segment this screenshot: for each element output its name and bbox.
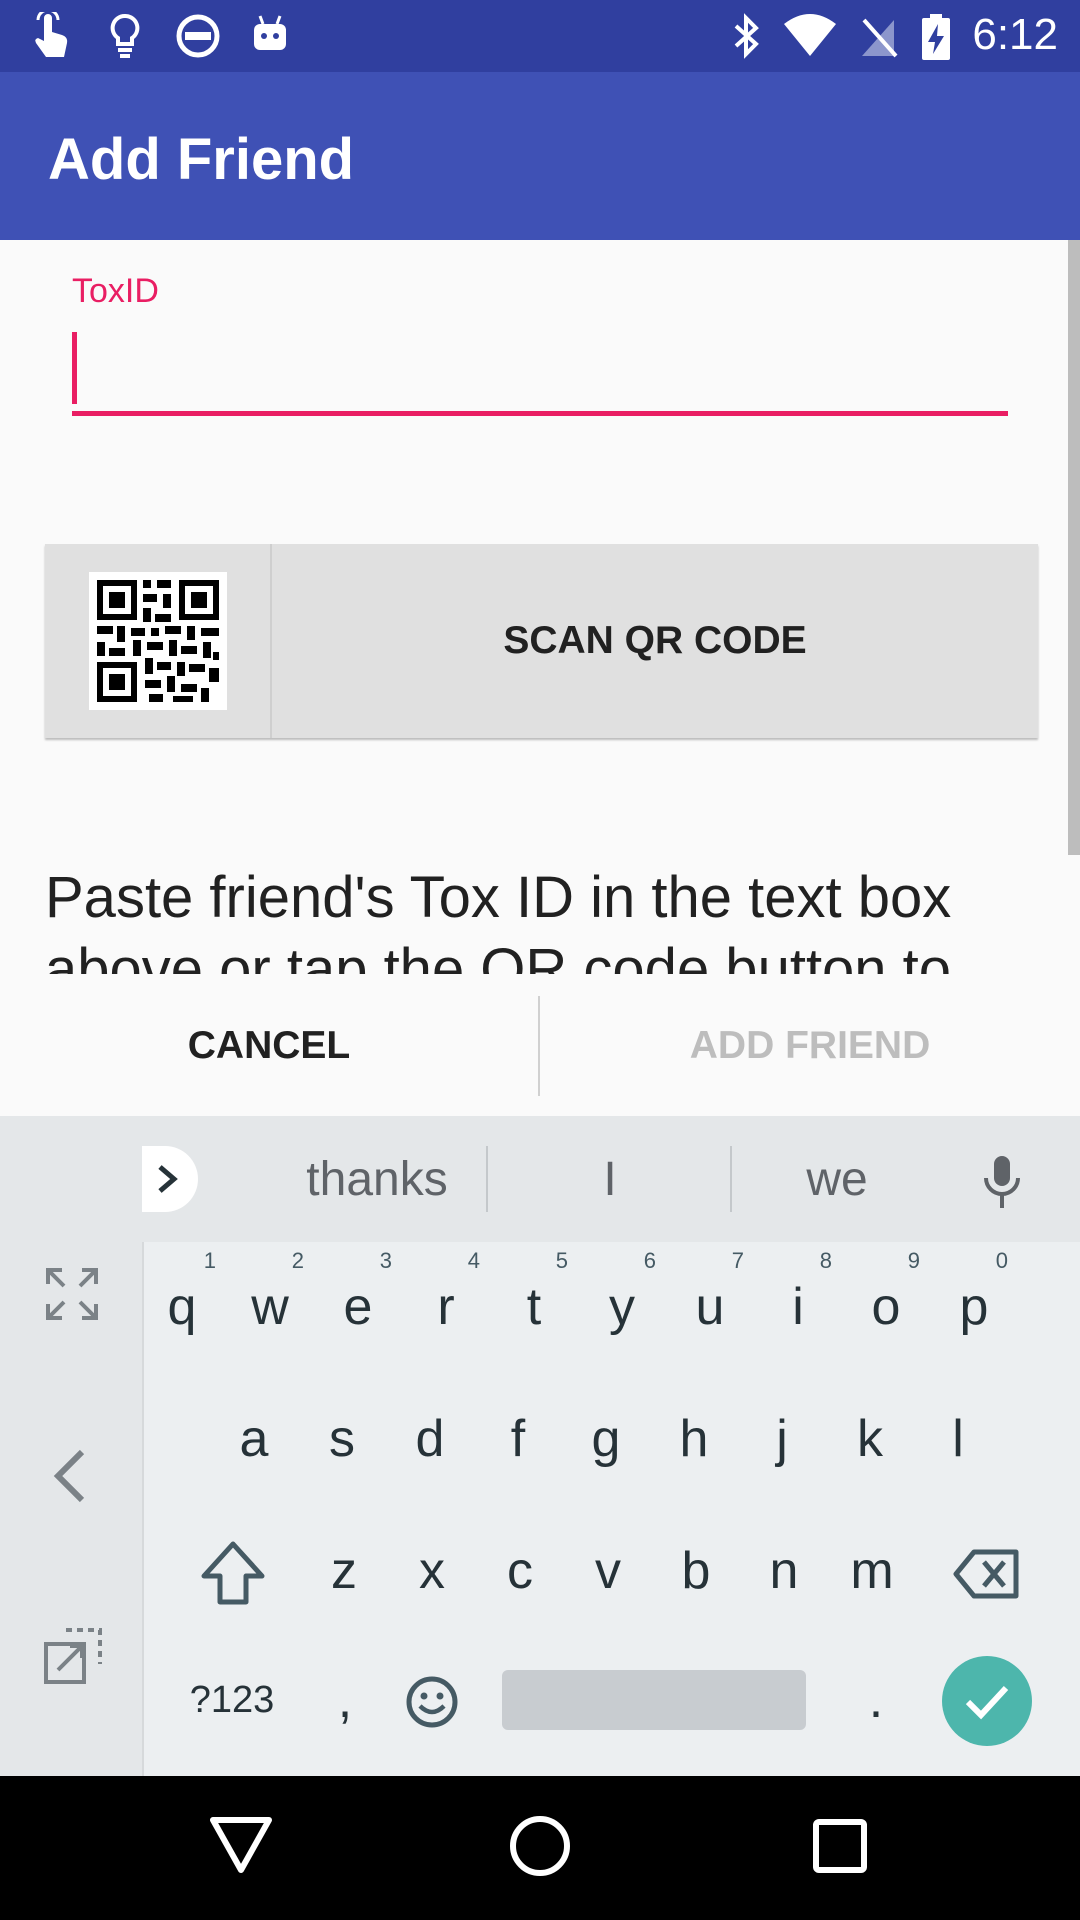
chevron-left-icon[interactable]: [50, 1448, 90, 1504]
touch-hand-icon: [35, 12, 68, 57]
key-label: r: [437, 1278, 455, 1336]
lightbulb-icon: [110, 13, 140, 58]
key-label: q: [167, 1278, 197, 1336]
key-t[interactable]: t5: [494, 1248, 574, 1362]
key-a[interactable]: a: [214, 1384, 294, 1494]
navigation-bar: [0, 1776, 1080, 1920]
suggestion-3[interactable]: we: [732, 1116, 942, 1242]
help-text-container: Paste friend's Tox ID in the text box ab…: [0, 856, 1080, 974]
app-bar: Add Friend: [0, 72, 1080, 240]
help-text: Paste friend's Tox ID in the text box ab…: [45, 865, 952, 974]
add-friend-button[interactable]: ADD FRIEND: [540, 976, 1080, 1116]
expand-keyboard-icon[interactable]: [44, 1266, 100, 1322]
text-cursor: [72, 332, 77, 404]
key-d[interactable]: d: [390, 1384, 470, 1494]
comma-key[interactable]: ,: [305, 1645, 385, 1755]
key-s[interactable]: s: [302, 1384, 382, 1494]
microphone-icon[interactable]: [980, 1154, 1024, 1210]
key-f[interactable]: f: [478, 1384, 558, 1494]
key-hint: 7: [731, 1248, 744, 1273]
key-hint: 6: [643, 1248, 656, 1273]
suggestion-2[interactable]: I: [490, 1116, 730, 1242]
backspace-icon[interactable]: [952, 1548, 1022, 1600]
key-n[interactable]: n: [744, 1516, 824, 1626]
checkmark-icon: [965, 1685, 1009, 1720]
key-label: i: [792, 1278, 804, 1336]
toxid-label: ToxID: [72, 272, 159, 310]
key-b[interactable]: b: [656, 1516, 736, 1626]
key-j[interactable]: j: [742, 1384, 822, 1494]
page-title: Add Friend: [48, 127, 355, 192]
suggestion-1[interactable]: thanks: [262, 1116, 492, 1242]
key-label: y: [609, 1278, 635, 1336]
enter-button[interactable]: [942, 1656, 1032, 1746]
key-label: u: [695, 1278, 725, 1336]
key-c[interactable]: c: [480, 1516, 560, 1626]
key-z[interactable]: z: [304, 1516, 384, 1626]
emoji-icon[interactable]: [404, 1674, 460, 1730]
key-k[interactable]: k: [830, 1384, 910, 1494]
key-q[interactable]: q1: [142, 1248, 222, 1362]
key-hint: 5: [555, 1248, 568, 1273]
key-hint: 0: [995, 1248, 1008, 1273]
wifi-icon: [784, 14, 836, 56]
back-triangle-icon[interactable]: [208, 1814, 274, 1876]
space-bar[interactable]: [502, 1670, 806, 1730]
key-label: e: [343, 1278, 373, 1336]
key-label: t: [526, 1278, 542, 1336]
do-not-disturb-icon: [176, 14, 220, 58]
period-key[interactable]: .: [836, 1645, 916, 1755]
key-p[interactable]: p0: [934, 1248, 1014, 1362]
bluetooth-icon: [734, 13, 759, 59]
scan-qr-button[interactable]: SCAN QR CODE: [45, 544, 1038, 738]
no-signal-icon: [862, 18, 898, 58]
key-m[interactable]: m: [832, 1516, 912, 1626]
key-label: o: [871, 1278, 901, 1336]
shift-key-icon[interactable]: [198, 1540, 268, 1606]
dialog-button-bar: CANCEL ADD FRIEND: [0, 976, 1080, 1116]
key-u[interactable]: u7: [670, 1248, 750, 1362]
key-g[interactable]: g: [566, 1384, 646, 1494]
symbols-key[interactable]: ?123: [172, 1645, 292, 1755]
key-hint: 8: [819, 1248, 832, 1273]
home-circle-icon[interactable]: [508, 1814, 572, 1878]
key-hint: 1: [203, 1248, 216, 1273]
key-x[interactable]: x: [392, 1516, 472, 1626]
resize-keyboard-icon[interactable]: [42, 1626, 104, 1688]
key-hint: 9: [907, 1248, 920, 1273]
key-label: p: [959, 1278, 989, 1336]
qr-code-icon: [89, 572, 227, 710]
key-w[interactable]: w2: [230, 1248, 310, 1362]
key-r[interactable]: r4: [406, 1248, 486, 1362]
keyboard-side-panel: [0, 1116, 144, 1776]
battery-charging-icon: [922, 14, 950, 60]
key-e[interactable]: e3: [318, 1248, 398, 1362]
key-hint: 3: [379, 1248, 392, 1273]
suggestion-separator: [486, 1146, 488, 1212]
key-y[interactable]: y6: [582, 1248, 662, 1362]
key-label: w: [251, 1278, 289, 1336]
status-clock: 6:12: [972, 10, 1058, 59]
android-robot-icon: [254, 15, 286, 50]
cancel-button[interactable]: CANCEL: [0, 976, 538, 1116]
status-bar: 6:12: [0, 0, 1080, 72]
scrollbar[interactable]: [1068, 240, 1080, 855]
key-h[interactable]: h: [654, 1384, 734, 1494]
recents-square-icon[interactable]: [812, 1818, 868, 1874]
key-v[interactable]: v: [568, 1516, 648, 1626]
key-hint: 4: [467, 1248, 480, 1273]
key-hint: 2: [291, 1248, 304, 1273]
chevron-right-icon: [158, 1165, 178, 1193]
key-i[interactable]: i8: [758, 1248, 838, 1362]
key-l[interactable]: l: [918, 1384, 998, 1494]
key-o[interactable]: o9: [846, 1248, 926, 1362]
scan-qr-label: SCAN QR CODE: [503, 619, 807, 662]
toxid-input[interactable]: [72, 320, 1008, 416]
